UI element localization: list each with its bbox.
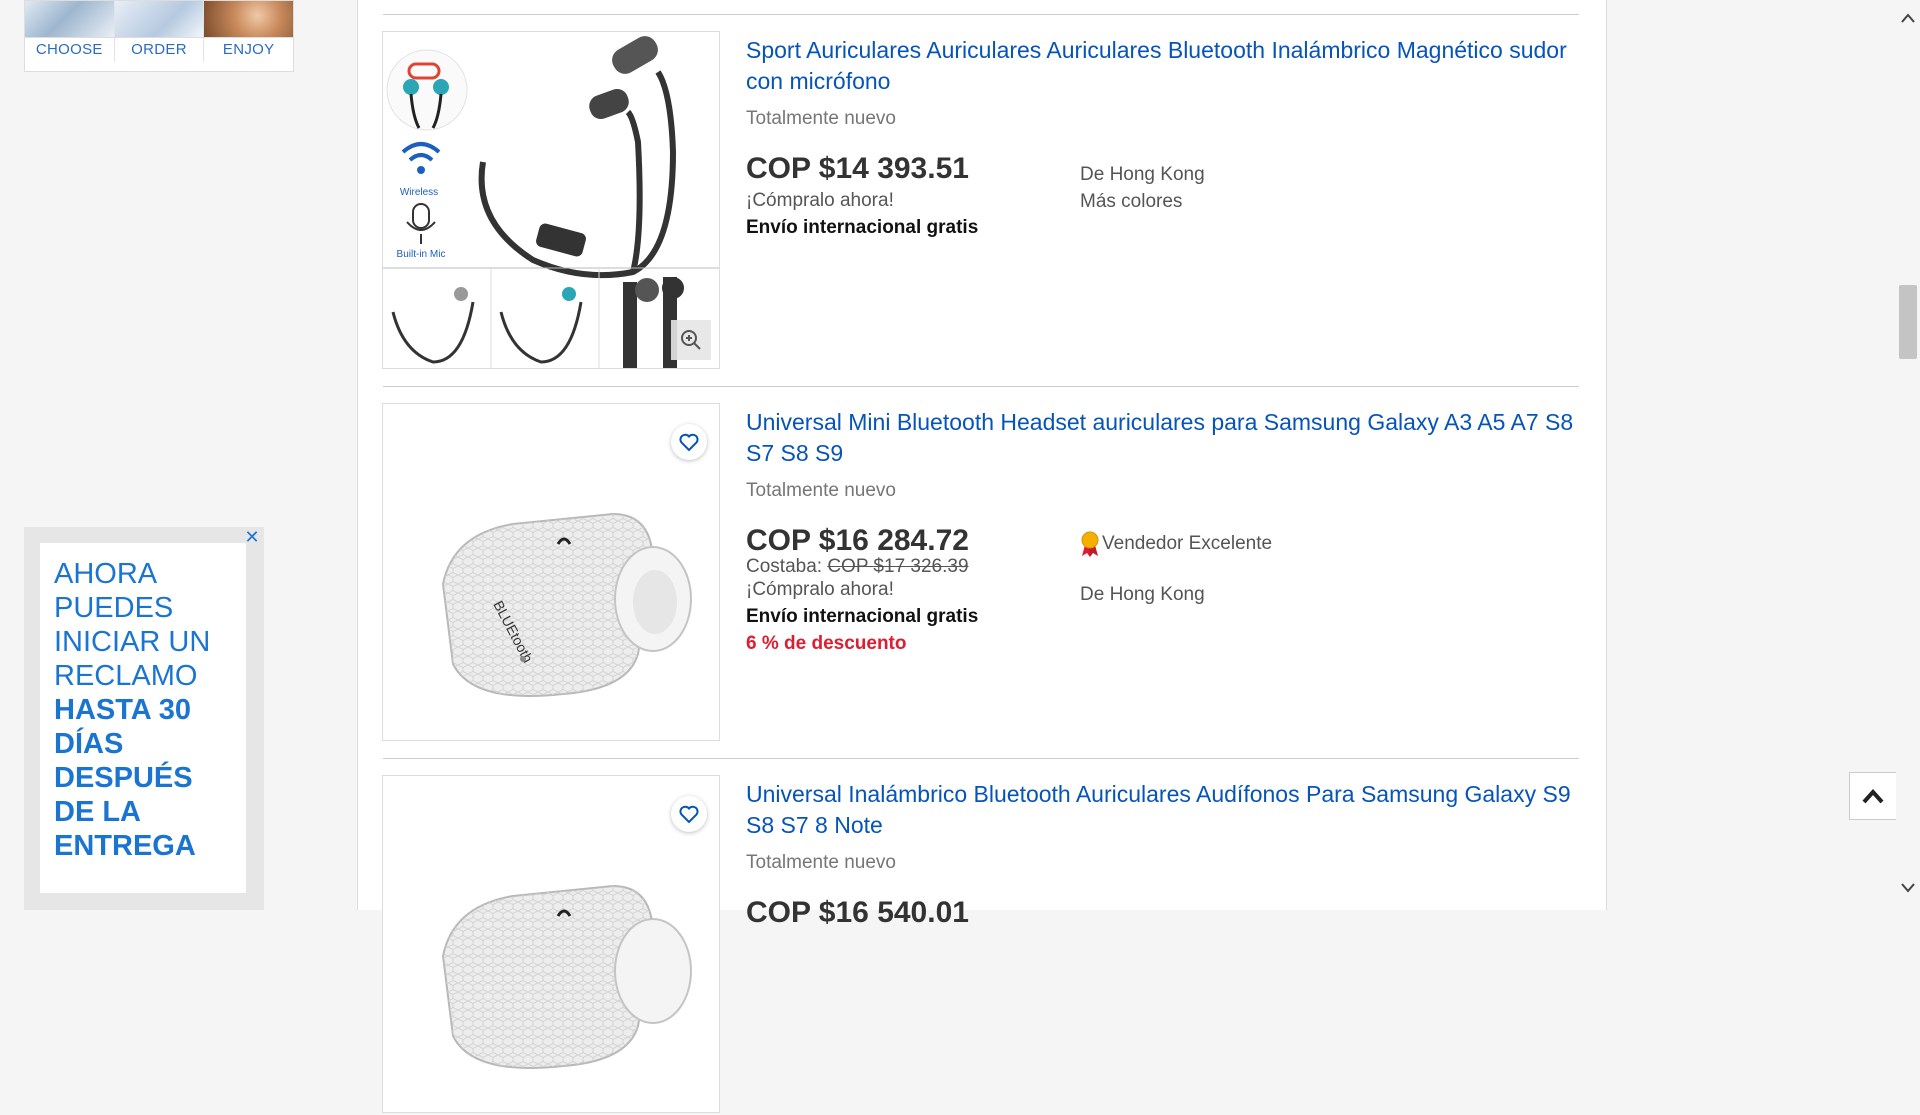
wireless-label: Wireless [400, 187, 438, 198]
promo-step-enjoy[interactable]: ENJOY [204, 38, 293, 62]
was-price: COP $17 326.39 [827, 556, 969, 577]
listing-condition: Totalmente nuevo [746, 852, 896, 873]
results-divider [383, 386, 1579, 387]
scroll-down-arrow-icon[interactable] [1896, 878, 1920, 898]
promo-step-order[interactable]: ORDER [115, 38, 205, 62]
item-origin: De Hong Kong [1080, 584, 1205, 605]
was-price-label: Costaba: [746, 556, 823, 577]
shipping-label: Envío internacional gratis [746, 217, 979, 238]
listing-price-block: COP $16 284.72 Costaba: COP $17 326.39 ¡… [746, 523, 1066, 657]
zoom-in-icon[interactable] [671, 320, 711, 360]
listing-image[interactable] [382, 775, 720, 1113]
item-origin: De Hong Kong [1080, 164, 1205, 185]
top-rated-seller: Vendedor Excelente [1080, 530, 1500, 557]
listing-title-link[interactable]: Sport Auriculares Auriculares Auriculare… [746, 35, 1586, 97]
listing-info: Universal Mini Bluetooth Headset auricul… [746, 403, 1586, 654]
listing-price: COP $16 540.01 [746, 896, 969, 929]
listing-price-block: COP $16 540.01 [746, 895, 1066, 931]
buy-it-now-label: ¡Cómpralo ahora! [746, 579, 894, 600]
listing-price: COP $16 284.72 [746, 524, 969, 557]
vertical-scrollbar[interactable] [1896, 0, 1920, 910]
listing-image[interactable]: BLUEtooth [382, 403, 720, 741]
listing-price-block: COP $14 393.51 ¡Cómpralo ahora! Envío in… [746, 151, 1066, 241]
earphones-image: Wireless Built-in Mic [383, 36, 719, 368]
listing-title-link[interactable]: Universal Inalámbrico Bluetooth Auricula… [746, 779, 1586, 841]
claim-ad: ✕ AHORA PUEDES INICIAR UN RECLAMO HASTA … [24, 527, 264, 910]
builtin-mic-label: Built-in Mic [397, 249, 446, 260]
results-divider [383, 14, 1579, 15]
claim-ad-line2: HASTA 30 DÍAS DESPUÉS DE LA ENTREGA [54, 694, 196, 862]
results-divider [383, 758, 1579, 759]
promo-step-choose[interactable]: CHOOSE [25, 38, 115, 62]
listing-title-link[interactable]: Universal Mini Bluetooth Headset auricul… [746, 407, 1586, 469]
listing-info: Universal Inalámbrico Bluetooth Auricula… [746, 775, 1586, 929]
scroll-up-arrow-icon[interactable] [1896, 8, 1920, 28]
listing-meta: Vendedor Excelente De Hong Kong [1080, 530, 1500, 608]
listing-meta: De Hong Kong Más colores [1080, 161, 1500, 215]
promo-steps: CHOOSE ORDER ENJOY [25, 37, 293, 62]
watch-heart-icon[interactable] [671, 424, 707, 460]
claim-ad-line1: AHORA PUEDES INICIAR UN RECLAMO [54, 558, 211, 692]
listing-info: Sport Auriculares Auriculares Auriculare… [746, 31, 1586, 238]
listing-image[interactable]: Wireless Built-in Mic [382, 31, 720, 369]
headset-image [441, 884, 692, 1069]
was-price-row: Costaba: COP $17 326.39 [746, 557, 1066, 576]
listing-condition: Totalmente nuevo [746, 480, 896, 501]
listing-price: COP $14 393.51 [746, 152, 969, 185]
claim-ad-content[interactable]: AHORA PUEDES INICIAR UN RECLAMO HASTA 30… [40, 543, 246, 893]
listing-condition: Totalmente nuevo [746, 108, 896, 129]
promo-thumb-order [114, 1, 205, 37]
promo-thumb-choose [25, 1, 115, 37]
listing-item: Universal Inalámbrico Bluetooth Auricula… [382, 775, 1582, 1115]
chevron-up-icon [1862, 789, 1884, 804]
promo-banner-steps[interactable]: CHOOSE ORDER ENJOY [24, 0, 294, 72]
back-to-top-button[interactable] [1849, 772, 1897, 820]
promo-thumb-enjoy [204, 1, 293, 37]
headset-image: BLUEtooth [441, 512, 692, 697]
scrollbar-thumb[interactable] [1899, 285, 1917, 359]
listing-item: Wireless Built-in Mic Sport Auriculares … [382, 31, 1582, 371]
buy-it-now-label: ¡Cómpralo ahora! [746, 190, 894, 211]
more-colors-label: Más colores [1080, 191, 1183, 212]
watch-heart-icon[interactable] [671, 796, 707, 832]
seller-label: Vendedor Excelente [1102, 533, 1273, 554]
search-results: Wireless Built-in Mic Sport Auriculares … [357, 0, 1607, 1113]
promo-thumbnails [25, 1, 293, 37]
close-ad-icon[interactable]: ✕ [244, 528, 260, 546]
listing-item: BLUEtooth Universal Mini Bluetooth Heads… [382, 403, 1582, 743]
seller-badge-icon [1081, 531, 1099, 557]
shipping-label: Envío internacional gratis [746, 606, 979, 627]
discount-label: 6 % de descuento [746, 633, 907, 654]
